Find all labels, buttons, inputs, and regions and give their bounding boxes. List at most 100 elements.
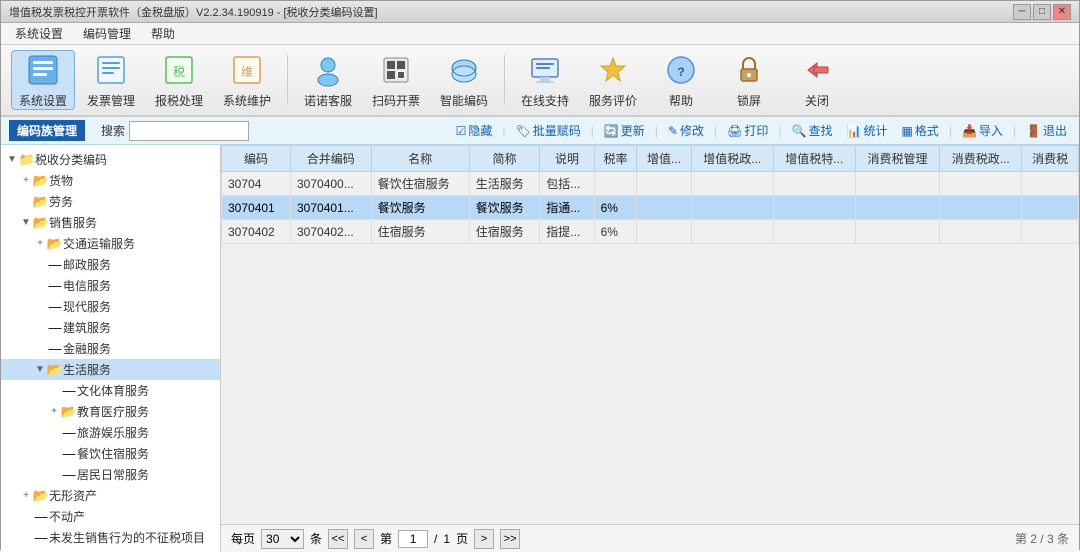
toolbar-sys-settings[interactable]: 系统设置 — [11, 50, 75, 110]
tree-item-financial[interactable]: — 金融服务 — [1, 338, 220, 359]
tree-item-telecom[interactable]: — 电信服务 — [1, 275, 220, 296]
cell-vat-policy — [691, 172, 773, 196]
service-eval-icon — [595, 52, 631, 88]
menu-help[interactable]: 帮助 — [141, 23, 185, 44]
separator-2 — [504, 55, 505, 105]
query-icon: 🔍 — [792, 124, 807, 138]
tree-item-culture-sports[interactable]: — 文化体育服务 — [1, 380, 220, 401]
table-row[interactable]: 3070401 3070401... 餐饮服务 餐饮服务 指通... 6% — [222, 196, 1079, 220]
table-row[interactable]: 3070402 3070402... 住宿服务 住宿服务 指提... 6% — [222, 220, 1079, 244]
cell-code: 3070402 — [222, 220, 291, 244]
cell-name: 餐饮住宿服务 — [371, 172, 469, 196]
cell-code: 3070401 — [222, 196, 291, 220]
toolbar-help[interactable]: ? 帮助 — [649, 50, 713, 110]
col-vat-policy: 增值税政... — [691, 146, 773, 172]
tree-icon-real-estate: — — [33, 509, 49, 525]
first-page-btn[interactable]: << — [328, 529, 348, 549]
tree-item-postal[interactable]: — 邮政服务 — [1, 254, 220, 275]
tree-item-goods[interactable]: + 📂 货物 — [1, 170, 220, 191]
cell-desc: 包括... — [540, 172, 594, 196]
toolbar-close[interactable]: 关闭 — [785, 50, 849, 110]
nuo-nuo-icon — [310, 52, 346, 88]
per-page-select[interactable]: 30 50 100 — [261, 529, 304, 549]
tree-item-sales-services[interactable]: ▼ 📂 销售服务 — [1, 212, 220, 233]
tree-icon-telecom: — — [47, 278, 63, 294]
tree-item-transport[interactable]: + 📂 交通运输服务 — [1, 233, 220, 254]
cell-tax-rate — [594, 172, 637, 196]
tree-label-travel-ent: 旅游娱乐服务 — [77, 424, 149, 441]
search-box: 搜索 — [101, 121, 249, 141]
format-btn[interactable]: ▦ 格式 — [897, 120, 942, 141]
toolbar-nuo-nuo[interactable]: 诺诺客服 — [296, 50, 360, 110]
toolbar-scan-invoice[interactable]: 扫码开票 — [364, 50, 428, 110]
batch-assign-btn[interactable]: 🏷 批量赋码 — [511, 120, 584, 141]
query-btn[interactable]: 🔍 查找 — [788, 120, 837, 141]
toolbar-lock-screen-label: 锁屏 — [737, 92, 761, 109]
tree-item-root[interactable]: ▼ 📁 税收分类编码 — [1, 149, 220, 170]
cell-vat-special — [773, 220, 855, 244]
data-table: 编码 合并编码 名称 简称 说明 税率 增值... 增值税政... 增值税特..… — [221, 145, 1079, 244]
menu-code-mgmt[interactable]: 编码管理 — [73, 23, 141, 44]
toolbar-close-label: 关闭 — [805, 92, 829, 109]
cell-merge-code: 3070400... — [291, 172, 372, 196]
tree-toggle-telecom — [33, 280, 47, 291]
toolbar-online-support[interactable]: 在线支持 — [513, 50, 577, 110]
import-btn[interactable]: 📥 导入 — [958, 120, 1007, 141]
update-btn[interactable]: 🔄 更新 — [600, 120, 649, 141]
toolbar-sys-maintain[interactable]: 维 系统维护 — [215, 50, 279, 110]
tree-item-real-estate[interactable]: — 不动产 — [1, 506, 220, 527]
minimize-button[interactable]: ─ — [1013, 4, 1031, 20]
toolbar-smart-code[interactable]: 智能编码 — [432, 50, 496, 110]
current-page-input[interactable] — [398, 530, 428, 548]
tree-label-culture-sports: 文化体育服务 — [77, 382, 149, 399]
print-btn[interactable]: 🖨 打印 — [723, 120, 772, 141]
tree-item-daily-life[interactable]: — 居民日常服务 — [1, 464, 220, 485]
toolbar-service-eval[interactable]: 服务评价 — [581, 50, 645, 110]
sys-settings-icon — [25, 52, 61, 88]
cell-vat-policy — [691, 196, 773, 220]
tree-item-construction[interactable]: — 建筑服务 — [1, 317, 220, 338]
menu-system-settings[interactable]: 系统设置 — [5, 23, 73, 44]
svg-text:维: 维 — [241, 65, 253, 79]
modify-btn[interactable]: ✎ 修改 — [664, 120, 708, 141]
tree-item-travel-ent[interactable]: — 旅游娱乐服务 — [1, 422, 220, 443]
last-page-btn[interactable]: >> — [500, 529, 520, 549]
tree-item-food-hotel[interactable]: — 餐饮住宿服务 — [1, 443, 220, 464]
exit-btn[interactable]: 🚪 退出 — [1022, 120, 1071, 141]
toolbar-service-eval-label: 服务评价 — [589, 92, 637, 109]
toolbar-tax-process[interactable]: 税 报税处理 — [147, 50, 211, 110]
toolbar-lock-screen[interactable]: 锁屏 — [717, 50, 781, 110]
tree-item-modern[interactable]: — 现代服务 — [1, 296, 220, 317]
toolbar-smart-code-label: 智能编码 — [440, 92, 488, 109]
modify-icon: ✎ — [668, 124, 678, 138]
tree-toggle-edu-medical: + — [47, 406, 61, 417]
cell-vat1 — [637, 196, 691, 220]
exit-icon: 🚪 — [1026, 124, 1041, 138]
tree-icon-life: 📂 — [47, 362, 63, 378]
tree-item-intangible[interactable]: + 📂 无形资产 — [1, 485, 220, 506]
close-button[interactable]: ✕ — [1053, 4, 1071, 20]
cell-excise — [1022, 196, 1079, 220]
tree-label-goods: 货物 — [49, 172, 73, 189]
toolbar-tax-process-label: 报税处理 — [155, 92, 203, 109]
cell-excise — [1022, 220, 1079, 244]
prev-page-btn[interactable]: < — [354, 529, 374, 549]
next-page-btn[interactable]: > — [474, 529, 494, 549]
cell-short-name: 生活服务 — [469, 172, 540, 196]
sep-v5: | — [778, 124, 781, 138]
tree-item-edu-medical[interactable]: + 📂 教育医疗服务 — [1, 401, 220, 422]
hide-btn[interactable]: ☑ 隐藏 — [452, 120, 497, 141]
maximize-button[interactable]: □ — [1033, 4, 1051, 20]
toolbar-invoice-mgmt[interactable]: 发票管理 — [79, 50, 143, 110]
toolbar-sys-settings-label: 系统设置 — [19, 92, 67, 109]
tree-item-services[interactable]: 📂 劳务 — [1, 191, 220, 212]
table-row[interactable]: 30704 3070400... 餐饮住宿服务 生活服务 包括... — [222, 172, 1079, 196]
search-input[interactable] — [129, 121, 249, 141]
tree-label-postal: 邮政服务 — [63, 256, 111, 273]
tree-label-real-estate: 不动产 — [49, 508, 85, 525]
stats-btn[interactable]: 📊 统计 — [842, 120, 891, 141]
tree-icon-intangible: 📂 — [33, 488, 49, 504]
tree-item-life[interactable]: ▼ 📂 生活服务 — [1, 359, 220, 380]
stats-icon: 📊 — [846, 124, 861, 138]
tree-item-non-tax[interactable]: — 未发生销售行为的不征税项目 — [1, 527, 220, 548]
